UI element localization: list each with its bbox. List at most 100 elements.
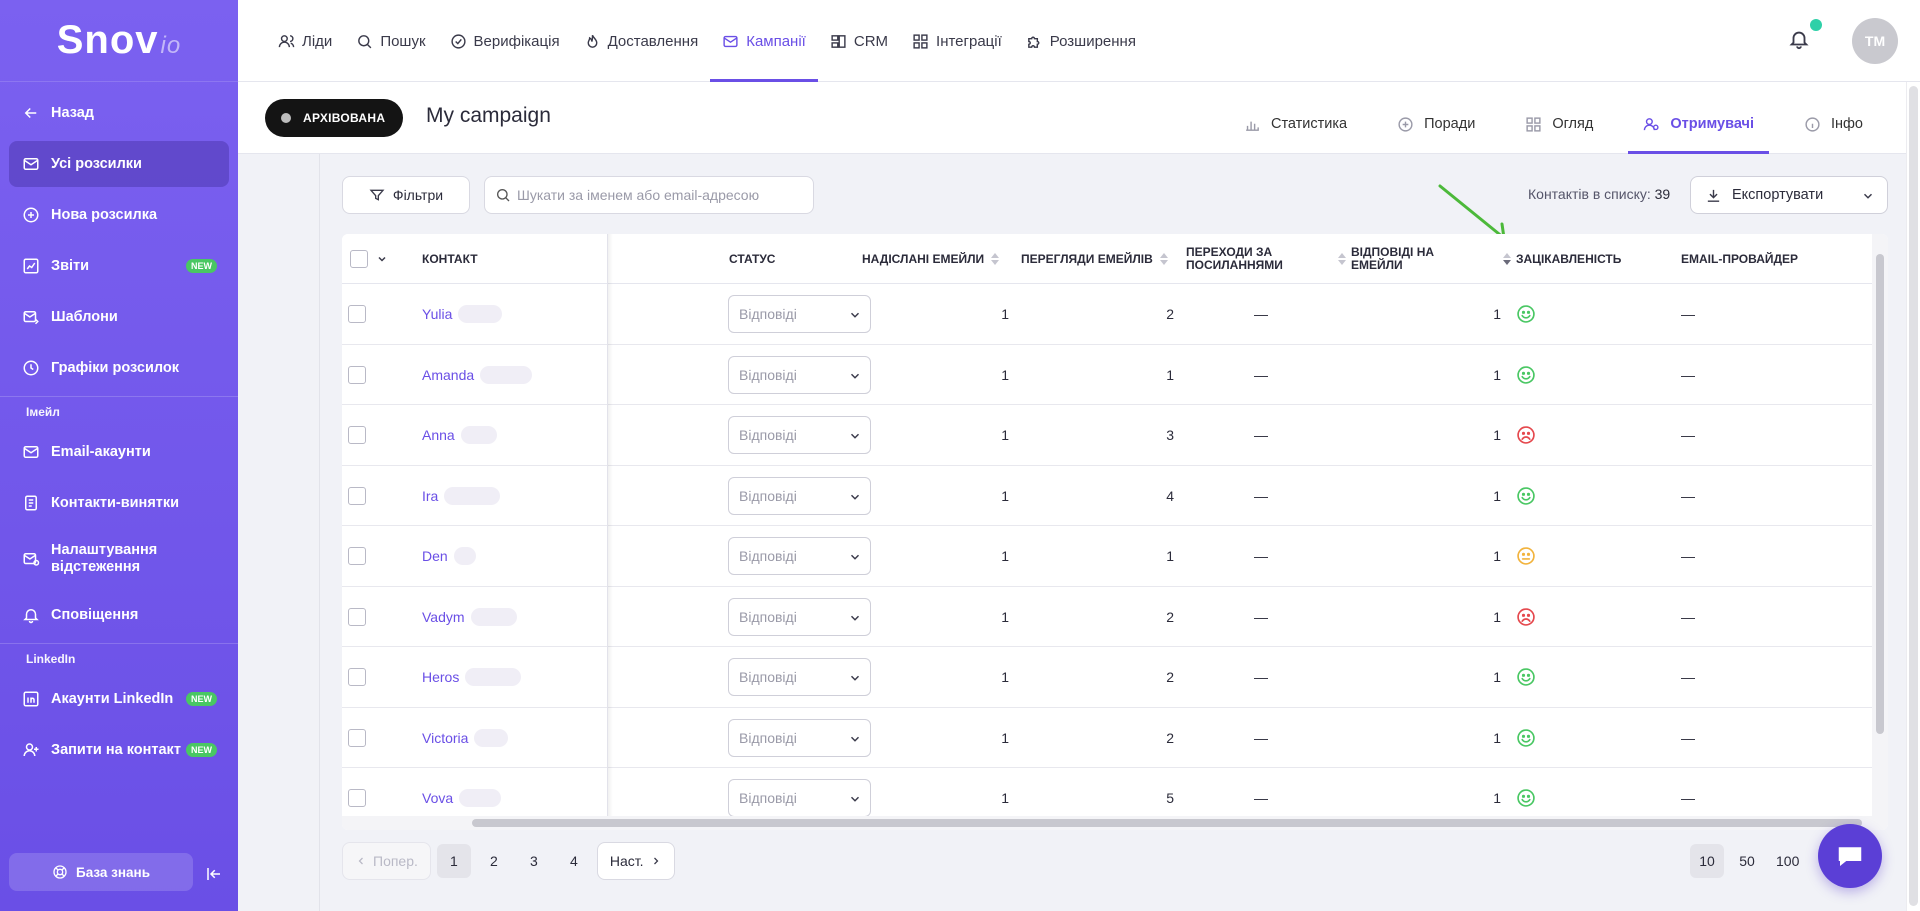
interest-cell[interactable] [1516, 768, 1536, 816]
col-views[interactable]: Перегляди емейлів [1021, 234, 1168, 284]
row-checkbox[interactable] [348, 365, 366, 384]
checkbox[interactable] [350, 250, 368, 268]
sidebar-item-notifications[interactable]: Сповіщення [9, 592, 229, 638]
sidebar-item-back[interactable]: Назад [9, 90, 229, 136]
positive-face-icon[interactable] [1516, 486, 1536, 506]
interest-cell[interactable] [1516, 284, 1536, 344]
interest-cell[interactable] [1516, 345, 1536, 405]
sidebar-item-templates[interactable]: Шаблони [9, 294, 229, 340]
row-checkbox[interactable] [348, 486, 366, 505]
interest-cell[interactable] [1516, 587, 1536, 647]
negative-face-icon[interactable] [1516, 425, 1536, 445]
nav-campaigns[interactable]: Кампанії [710, 0, 818, 82]
contact-name-link[interactable]: Vova [422, 790, 453, 806]
knowledge-base-button[interactable]: База знань [9, 853, 193, 891]
sidebar-item-email-accounts[interactable]: Email-акаунти [9, 429, 229, 475]
col-replies[interactable]: Відповіді на емейли [1351, 234, 1511, 284]
positive-face-icon[interactable] [1516, 728, 1536, 748]
interest-cell[interactable] [1516, 708, 1536, 768]
col-clicks[interactable]: Переходи за посиланнями [1186, 234, 1346, 284]
sidebar-item-new-campaign[interactable]: Нова розсилка [9, 192, 229, 238]
sidebar-item-reports[interactable]: Звіти NEW [9, 243, 229, 289]
interest-cell[interactable] [1516, 466, 1536, 526]
sidebar-item-connection-requests[interactable]: Запити на контакт NEW [9, 727, 229, 773]
nav-crm[interactable]: CRM [818, 0, 900, 82]
row-checkbox[interactable] [348, 668, 366, 686]
nav-verification[interactable]: Верифікація [438, 0, 572, 82]
contact-name-link[interactable]: Victoria [422, 730, 468, 746]
page-1[interactable]: 1 [436, 844, 471, 878]
status-select[interactable]: Відповіді [728, 416, 871, 454]
nav-leads[interactable]: Ліди [266, 0, 344, 82]
interest-cell[interactable] [1516, 405, 1536, 465]
status-select[interactable]: Відповіді [728, 355, 871, 394]
sidebar-item-linkedin-accounts[interactable]: Акаунти LinkedIn NEW [9, 676, 229, 722]
row-checkbox[interactable] [348, 305, 366, 323]
nav-search[interactable]: Пошук [344, 0, 437, 82]
search-input[interactable] [517, 187, 797, 203]
neutral-face-icon[interactable] [1516, 546, 1536, 566]
tab-overview[interactable]: Огляд [1500, 82, 1618, 154]
page-4[interactable]: 4 [557, 844, 591, 878]
col-sent[interactable]: Надіслані емейли [862, 234, 1000, 284]
chat-button[interactable] [1818, 824, 1882, 888]
tab-tips[interactable]: Поради [1372, 82, 1500, 154]
row-checkbox[interactable] [348, 607, 366, 626]
snovio-logo[interactable]: Snov io [0, 0, 238, 82]
sidebar-item-all-campaigns[interactable]: Усі розсилки [9, 141, 229, 187]
nav-extensions[interactable]: Розширення [1014, 0, 1148, 82]
sidebar-item-tracking-settings[interactable]: Налаштування відстеження [9, 531, 229, 587]
per-page-50[interactable]: 50 [1730, 844, 1764, 878]
notifications-bell-icon[interactable] [1788, 19, 1822, 52]
positive-face-icon[interactable] [1516, 304, 1536, 324]
row-checkbox[interactable] [348, 547, 366, 565]
tab-info[interactable]: Інфо [1779, 82, 1888, 154]
positive-face-icon[interactable] [1516, 667, 1536, 687]
status-select[interactable]: Відповіді [728, 295, 871, 333]
contact-name-link[interactable]: Anna [422, 427, 455, 443]
status-select[interactable]: Відповіді [728, 658, 871, 696]
row-checkbox[interactable] [348, 789, 366, 807]
nav-deliverability[interactable]: Доставлення [572, 0, 711, 82]
per-page-10[interactable]: 10 [1690, 844, 1724, 878]
select-all-checkbox[interactable] [350, 234, 368, 284]
positive-face-icon[interactable] [1516, 788, 1536, 808]
page-scrollbar[interactable] [1906, 82, 1920, 911]
contact-name-link[interactable]: Amanda [422, 367, 474, 383]
table-vertical-scrollbar[interactable] [1872, 234, 1888, 830]
status-select[interactable]: Відповіді [728, 779, 871, 816]
prev-page-button[interactable]: Попер. [342, 842, 431, 880]
contact-name-link[interactable]: Ira [422, 488, 438, 504]
contact-name-link[interactable]: Vadym [422, 609, 465, 625]
select-menu-chevron[interactable] [376, 234, 388, 284]
interest-cell[interactable] [1516, 526, 1536, 586]
sidebar-item-schedules[interactable]: Графіки розсилок [9, 345, 229, 391]
filters-button[interactable]: Фільтри [342, 176, 470, 214]
status-select[interactable]: Відповіді [728, 476, 871, 515]
status-select[interactable]: Відповіді [728, 718, 871, 757]
interest-cell[interactable] [1516, 647, 1536, 707]
contact-name-link[interactable]: Den [422, 548, 448, 564]
tab-recipients[interactable]: Отримувачі [1618, 82, 1779, 154]
per-page-100[interactable]: 100 [1770, 844, 1805, 878]
status-select[interactable]: Відповіді [728, 597, 871, 636]
positive-face-icon[interactable] [1516, 365, 1536, 385]
export-dropdown[interactable]: Експортувати [1690, 176, 1888, 214]
collapse-sidebar-icon[interactable] [204, 864, 224, 884]
table-horizontal-scrollbar[interactable] [342, 816, 1872, 830]
sidebar-item-exclusions[interactable]: Контакти-винятки [9, 480, 229, 526]
row-checkbox[interactable] [348, 426, 366, 444]
tab-statistics[interactable]: Статистика [1219, 82, 1372, 154]
contact-name-link[interactable]: Heros [422, 669, 459, 685]
page-2[interactable]: 2 [477, 844, 511, 878]
nav-integrations[interactable]: Інтеграції [900, 0, 1014, 82]
contact-name-link[interactable]: Yulia [422, 306, 452, 322]
search-box[interactable] [484, 176, 814, 214]
status-select[interactable]: Відповіді [728, 537, 871, 575]
next-page-button[interactable]: Наст. [596, 842, 675, 880]
negative-face-icon[interactable] [1516, 607, 1536, 627]
scrollbar-thumb[interactable] [1876, 254, 1884, 734]
avatar[interactable]: TM [1852, 18, 1898, 64]
page-3[interactable]: 3 [517, 844, 551, 878]
row-checkbox[interactable] [348, 728, 366, 747]
